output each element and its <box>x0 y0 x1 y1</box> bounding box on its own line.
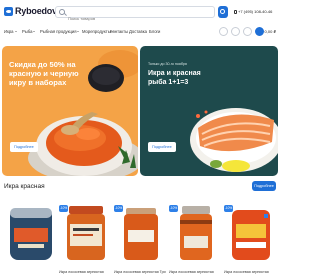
nav-item-label: Икра <box>4 29 14 34</box>
nav-item-seafood[interactable]: Морепродукты <box>82 29 114 34</box>
cart-button[interactable]: 0,00 ₽ <box>254 27 276 36</box>
chevron-down-icon <box>14 31 17 33</box>
banner-subtitle: Только до 30-го ноября <box>148 62 187 66</box>
banner-title-line: красную и черную <box>9 69 79 78</box>
user-icon[interactable] <box>218 27 228 36</box>
nav-item-blogs[interactable]: Блоги <box>149 29 160 34</box>
favorites-icon[interactable] <box>230 27 240 36</box>
nav-icons: 0,00 ₽ <box>218 27 276 36</box>
banner-title: Икра и красная рыба 1+1=3 <box>148 69 201 87</box>
phone-number[interactable]: +7 (495) 108-40-46 <box>234 9 272 14</box>
banner-more-button[interactable]: Подробнее <box>10 142 38 152</box>
nav-item-caviar[interactable]: Икра <box>4 29 17 34</box>
search-button[interactable] <box>218 6 228 18</box>
product-name: Икра лососевая зернистая <box>169 270 214 274</box>
banner-title-line: Икра и красная <box>148 70 201 77</box>
banner-more-button[interactable]: Подробнее <box>148 142 176 152</box>
discount-badge: -10% <box>59 205 68 212</box>
logo-text: Ryboedov <box>15 6 57 16</box>
product-card[interactable] <box>4 200 58 280</box>
compare-icon[interactable] <box>242 27 252 36</box>
nav-item-label: Рыбная продукция <box>40 29 77 34</box>
nav-item-fish[interactable]: Рыба <box>22 29 36 34</box>
cart-total: 0,00 ₽ <box>264 29 276 34</box>
discount-badge: -10% <box>114 205 123 212</box>
promo-banner-caviar-sets[interactable]: Скидка до 50% на красную и черную икру в… <box>2 46 138 176</box>
nav-item-label: Морепродукты <box>82 29 111 34</box>
banner-title: Скидка до 50% на красную и черную икру в… <box>9 60 79 87</box>
fish-logo-icon <box>4 6 13 16</box>
cart-icon <box>254 27 264 36</box>
discount-badge: -10% <box>169 205 178 212</box>
banner-title-line: рыба 1+1=3 <box>148 79 189 86</box>
chevron-down-icon <box>77 31 80 33</box>
product-card[interactable]: -10% Икра лососевая зернистая Три <box>114 200 168 280</box>
nav-item-contacts[interactable]: Контакты <box>110 29 128 34</box>
main-nav: Икра Рыба Рыбная продукция Морепродукты … <box>0 27 280 39</box>
search-box <box>55 6 215 24</box>
nav-item-label: Рыба <box>22 29 33 34</box>
section-title: Икра красная <box>4 183 45 190</box>
product-card[interactable]: -10% Икра лососевая зернистая <box>169 200 223 280</box>
phone-icon <box>234 9 237 14</box>
discount-badge: -10% <box>224 205 233 212</box>
section-more-button[interactable]: Подробнее <box>252 181 276 191</box>
nav-item-fish-products[interactable]: Рыбная продукция <box>40 29 80 34</box>
banner-title-line: икру в наборах <box>9 78 67 87</box>
chevron-down-icon <box>33 31 36 33</box>
nav-item-delivery[interactable]: Доставка <box>129 29 147 34</box>
caviar-tin-image <box>10 208 52 260</box>
search-icon <box>220 9 225 14</box>
logo[interactable]: Ryboedov <box>4 6 57 16</box>
product-card[interactable]: -10% Икра лососевая зернистая <box>59 200 113 280</box>
product-name: Икра лососевая зернистая <box>59 270 104 274</box>
header: Ryboedov +7 (495) 108-40-46 <box>0 0 280 24</box>
promo-banner-1plus1[interactable]: Только до 30-го ноября Икра и красная ры… <box>140 46 278 176</box>
phone-text: +7 (495) 108-40-46 <box>238 9 273 14</box>
product-name: Икра лососевая зернистая <box>224 270 269 274</box>
search-input[interactable] <box>56 13 196 24</box>
search-icon <box>59 9 65 15</box>
product-card[interactable]: -10% Икра лососевая зернистая <box>224 200 278 280</box>
product-name: Икра лососевая зернистая Три <box>114 270 166 274</box>
banner-title-line: Скидка до 50% на <box>9 60 76 69</box>
